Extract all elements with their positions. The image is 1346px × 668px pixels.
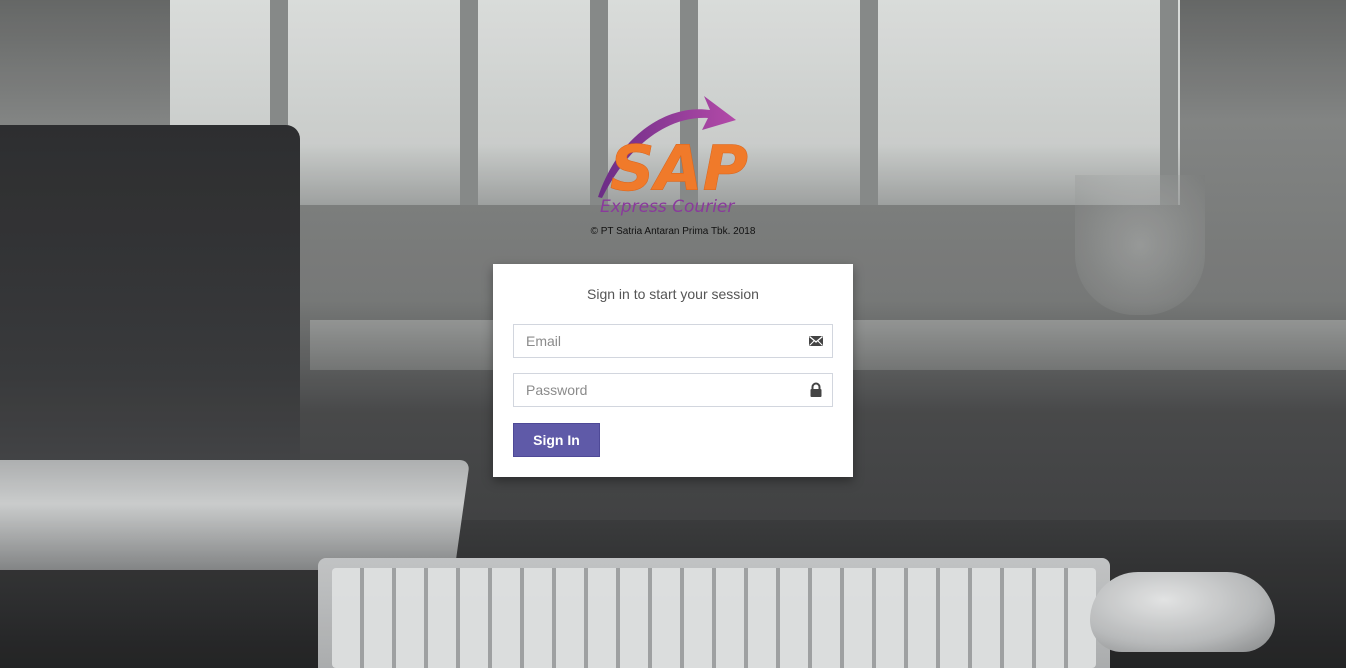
login-box-message: Sign in to start your session xyxy=(587,286,759,302)
password-field xyxy=(513,373,833,407)
logo-tagline: Express Courier xyxy=(600,197,735,217)
lock-icon xyxy=(808,382,824,398)
logo-word: SAP xyxy=(610,132,748,205)
envelope-icon xyxy=(808,333,824,349)
password-input[interactable] xyxy=(514,374,799,406)
sign-in-button[interactable]: Sign In xyxy=(513,423,600,457)
email-input[interactable] xyxy=(514,325,799,357)
sap-express-logo: SAP Express Courier xyxy=(590,92,760,222)
email-field xyxy=(513,324,833,358)
login-box: Sign in to start your session Sign In xyxy=(493,264,853,477)
copyright-text: © PT Satria Antaran Prima Tbk. 2018 xyxy=(590,226,756,237)
